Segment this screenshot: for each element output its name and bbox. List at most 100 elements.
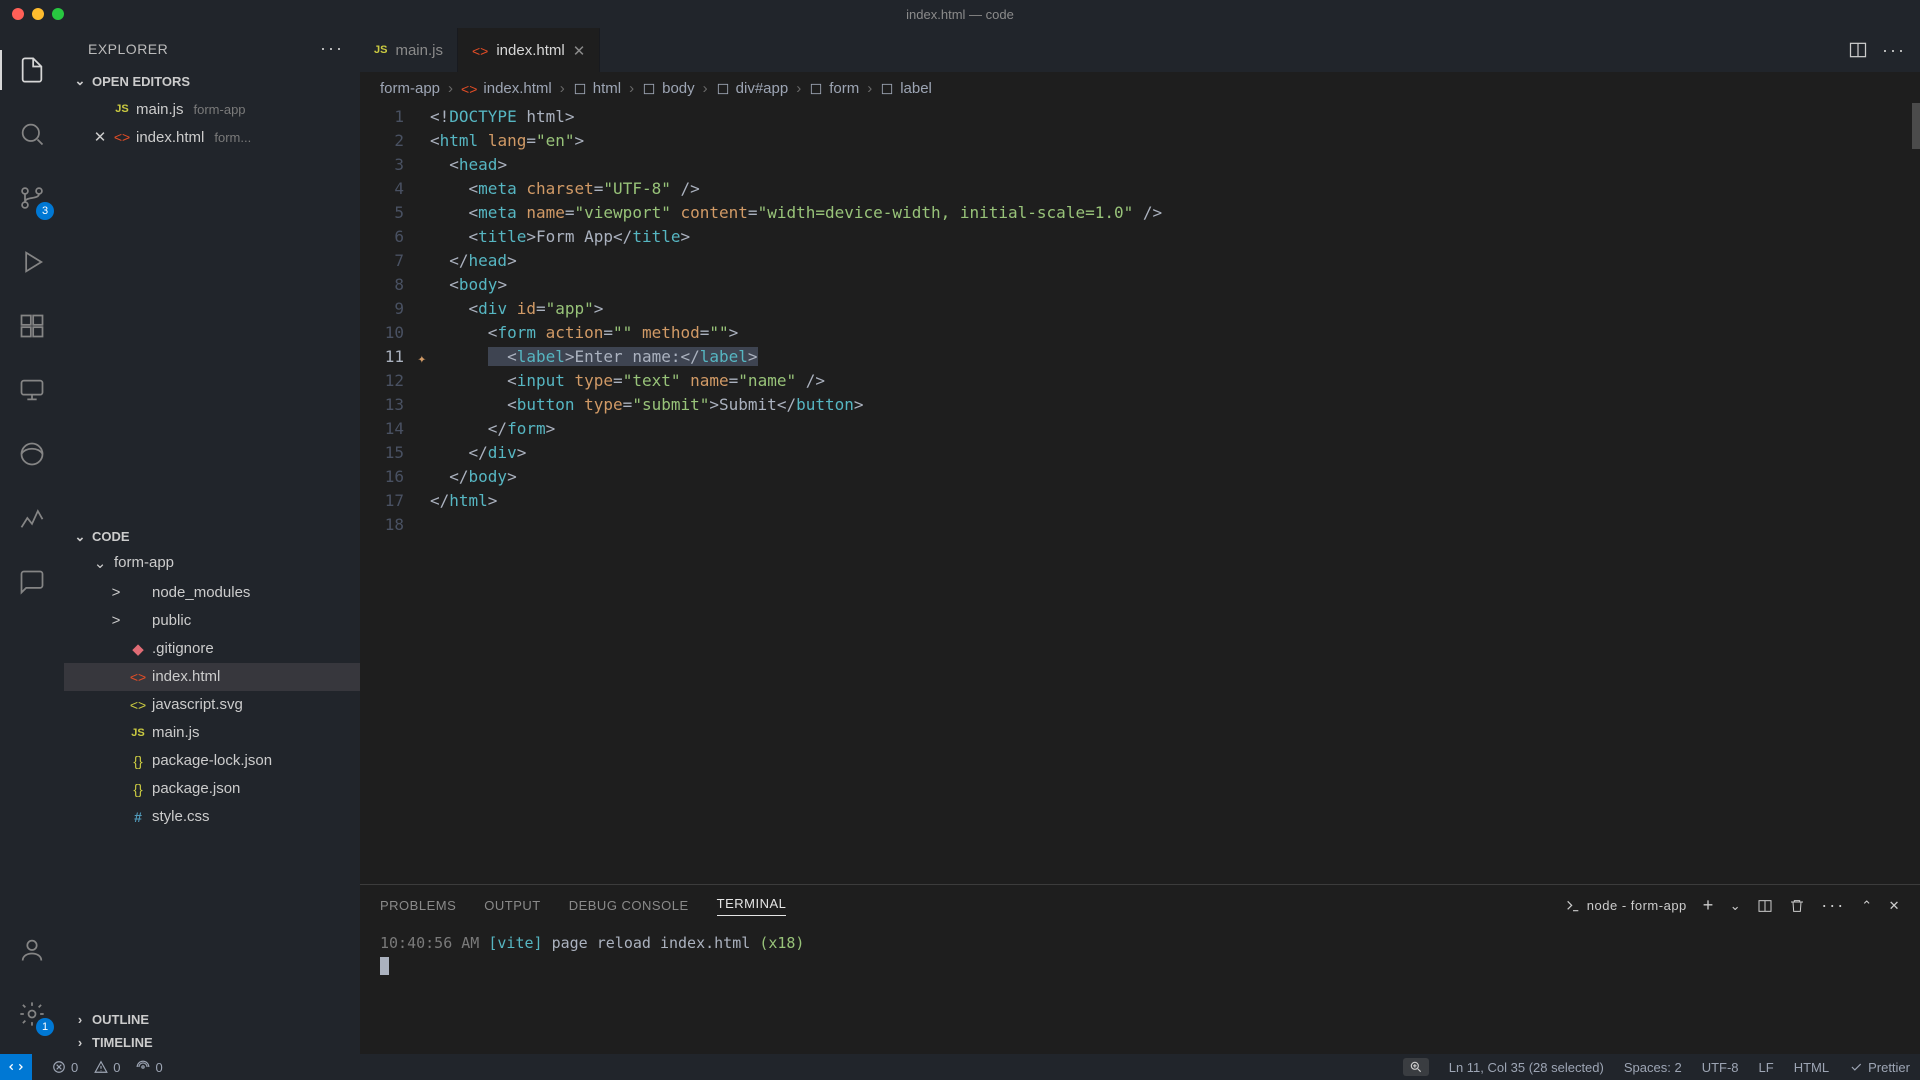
code-line[interactable]: <meta charset="UTF-8" /> xyxy=(430,177,1920,201)
panel-tab-problems[interactable]: PROBLEMS xyxy=(380,898,456,913)
status-indent[interactable]: Spaces: 2 xyxy=(1624,1060,1682,1075)
code-lines[interactable]: <!DOCTYPE html><html lang="en"> <head> <… xyxy=(430,103,1920,884)
breadcrumb-item[interactable]: form-app xyxy=(380,80,440,97)
code-line[interactable]: <div id="app"> xyxy=(430,297,1920,321)
breadcrumb-item[interactable]: html xyxy=(573,80,621,97)
activity-bar: 3 1 xyxy=(0,28,64,1054)
window-close-button[interactable] xyxy=(12,8,24,20)
open-editor-item[interactable]: ✕<>index.htmlform... xyxy=(64,123,360,151)
code-line[interactable]: <input type="text" name="name" /> xyxy=(430,369,1920,393)
graph-icon xyxy=(18,504,46,532)
activity-settings[interactable]: 1 xyxy=(0,982,64,1046)
code-line[interactable]: <html lang="en"> xyxy=(430,129,1920,153)
file-tree-item[interactable]: #style.css xyxy=(64,803,360,831)
code-line[interactable]: <label>Enter name:</label> xyxy=(430,345,1920,369)
activity-comment[interactable] xyxy=(0,550,64,614)
section-workspace[interactable]: ⌄ CODE xyxy=(64,525,360,549)
status-eol[interactable]: LF xyxy=(1759,1060,1774,1075)
status-warnings[interactable]: 0 xyxy=(94,1060,120,1075)
file-tree-item[interactable]: JSmain.js xyxy=(64,719,360,747)
file-tree-item[interactable]: {}package.json xyxy=(64,775,360,803)
terminal-output[interactable]: 10:40:56 AM [vite] page reload index.htm… xyxy=(360,926,1920,982)
terminal-tag: [vite] xyxy=(488,934,542,952)
file-tree-item[interactable]: >public xyxy=(64,607,360,635)
status-encoding[interactable]: UTF-8 xyxy=(1702,1060,1739,1075)
terminal-process[interactable]: node - form-app xyxy=(1565,898,1687,914)
status-errors[interactable]: 0 xyxy=(52,1060,78,1075)
editor-more-icon[interactable]: ··· xyxy=(1882,40,1906,61)
activity-run-debug[interactable] xyxy=(0,230,64,294)
breadcrumb-item[interactable]: label xyxy=(880,80,932,97)
activity-extensions[interactable] xyxy=(0,294,64,358)
close-icon[interactable]: ✕ xyxy=(573,42,586,60)
minimap-slider[interactable] xyxy=(1912,103,1920,149)
search-icon xyxy=(18,120,46,148)
code-line[interactable]: <button type="submit">Submit</button> xyxy=(430,393,1920,417)
code-line[interactable]: </form> xyxy=(430,417,1920,441)
check-icon xyxy=(1849,1060,1863,1074)
section-open-editors[interactable]: ⌄ OPEN EDITORS xyxy=(64,69,360,93)
code-line[interactable]: </body> xyxy=(430,465,1920,489)
panel-tab-output[interactable]: OUTPUT xyxy=(484,898,540,913)
terminal-dropdown-icon[interactable]: ⌄ xyxy=(1730,898,1741,914)
activity-edge[interactable] xyxy=(0,422,64,486)
breadcrumb-item[interactable]: div#app xyxy=(716,80,789,97)
breadcrumb-item[interactable]: body xyxy=(642,80,695,97)
split-editor-icon[interactable] xyxy=(1848,40,1868,60)
panel-tab-terminal[interactable]: TERMINAL xyxy=(717,896,787,916)
code-line[interactable]: <title>Form App</title> xyxy=(430,225,1920,249)
section-timeline[interactable]: › TIMELINE xyxy=(64,1031,360,1054)
file-tree-item[interactable]: {}package-lock.json xyxy=(64,747,360,775)
breadcrumb-item[interactable]: <>index.html xyxy=(461,80,552,97)
sidebar-more-icon[interactable]: ··· xyxy=(320,38,344,59)
status-zoom[interactable] xyxy=(1403,1058,1429,1076)
code-line[interactable]: </head> xyxy=(430,249,1920,273)
file-tree-item[interactable]: <>index.html xyxy=(64,663,360,691)
status-ports[interactable]: 0 xyxy=(136,1060,162,1075)
code-line[interactable]: <meta name="viewport" content="width=dev… xyxy=(430,201,1920,225)
close-icon[interactable]: ✕ xyxy=(92,128,108,146)
panel-maximize-icon[interactable]: ⌃ xyxy=(1861,898,1872,914)
panel-close-icon[interactable]: ✕ xyxy=(1889,898,1900,914)
activity-graph[interactable] xyxy=(0,486,64,550)
code-line[interactable] xyxy=(430,513,1920,537)
minimap[interactable] xyxy=(1900,103,1920,884)
activity-remote[interactable] xyxy=(0,358,64,422)
activity-account[interactable] xyxy=(0,918,64,982)
activity-explorer[interactable] xyxy=(0,38,64,102)
status-cursor[interactable]: Ln 11, Col 35 (28 selected) xyxy=(1449,1060,1604,1075)
file-tree-item[interactable]: >node_modules xyxy=(64,579,360,607)
remote-button[interactable] xyxy=(0,1054,32,1080)
panel-more-icon[interactable]: ··· xyxy=(1821,895,1845,916)
editor-tab[interactable]: JSmain.js xyxy=(360,28,458,72)
split-terminal-icon[interactable] xyxy=(1757,898,1773,914)
status-language[interactable]: HTML xyxy=(1794,1060,1829,1075)
section-outline[interactable]: › OUTLINE xyxy=(64,1008,360,1031)
breadcrumb-label: body xyxy=(662,80,695,97)
code-editor[interactable]: 1234567891011✦12131415161718 <!DOCTYPE h… xyxy=(360,103,1920,884)
file-tree-item[interactable]: ◆.gitignore xyxy=(64,635,360,663)
trash-icon[interactable] xyxy=(1789,898,1805,914)
code-line[interactable]: </html> xyxy=(430,489,1920,513)
terminal-time: 10:40:56 AM xyxy=(380,934,479,952)
code-line[interactable]: <!DOCTYPE html> xyxy=(430,105,1920,129)
code-line[interactable]: <body> xyxy=(430,273,1920,297)
line-number: 4 xyxy=(360,177,404,201)
new-terminal-icon[interactable]: + xyxy=(1703,895,1714,916)
editor-tab[interactable]: <>index.html✕ xyxy=(458,28,600,72)
open-editor-item[interactable]: JSmain.jsform-app xyxy=(64,95,360,123)
code-line[interactable]: </div> xyxy=(430,441,1920,465)
code-line[interactable]: <head> xyxy=(430,153,1920,177)
activity-source-control[interactable]: 3 xyxy=(0,166,64,230)
line-number: 15 xyxy=(360,441,404,465)
status-formatter[interactable]: Prettier xyxy=(1849,1060,1910,1075)
tab-label: main.js xyxy=(395,42,443,59)
breadcrumb-item[interactable]: form xyxy=(809,80,859,97)
window-maximize-button[interactable] xyxy=(52,8,64,20)
panel-tab-debug-console[interactable]: DEBUG CONSOLE xyxy=(569,898,689,913)
folder-root[interactable]: ⌄ form-app xyxy=(64,549,360,577)
window-minimize-button[interactable] xyxy=(32,8,44,20)
file-tree-item[interactable]: <>javascript.svg xyxy=(64,691,360,719)
code-line[interactable]: <form action="" method=""> xyxy=(430,321,1920,345)
activity-search[interactable] xyxy=(0,102,64,166)
